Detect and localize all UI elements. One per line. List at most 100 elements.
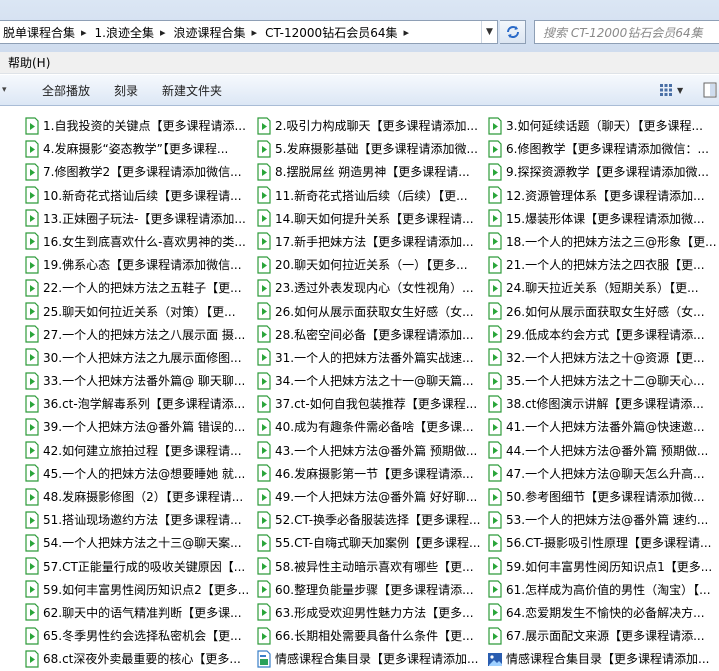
file-item[interactable]: 情感课程合集目录【更多课程请添加...: [487, 647, 719, 670]
file-item[interactable]: 45.一个人的把妹方法@想要睡她 就...: [24, 462, 256, 485]
view-dropdown-icon[interactable]: ▼: [677, 86, 683, 95]
breadcrumb-item[interactable]: 1.浪迹全集: [91, 24, 156, 41]
search-input[interactable]: 搜索 CT-12000钻石会员64集: [534, 20, 719, 44]
file-item[interactable]: 37.ct-如何自我包装推荐【更多课程...: [256, 392, 487, 415]
file-item[interactable]: 4.发麻摄影“姿态教学”【更多课程...: [24, 137, 256, 160]
file-item[interactable]: 56.CT-摄影吸引性原理【更多课程请...: [487, 531, 719, 554]
file-item[interactable]: 38.ct修图演示讲解【更多课程请添...: [487, 392, 719, 415]
address-dropdown-icon[interactable]: ▼: [481, 21, 497, 43]
file-name: 23.透过外表发现内心（女性视角）...: [275, 281, 474, 296]
file-item[interactable]: 7.修图教学2【更多课程请添加微信...: [24, 160, 256, 183]
file-item[interactable]: 60.整理负能量步骤【更多课程请添...: [256, 578, 487, 601]
file-item[interactable]: 25.聊天如何拉近关系（对策）【更...: [24, 300, 256, 323]
file-item[interactable]: 57.CT正能量行成的吸收关键原因【...: [24, 555, 256, 578]
file-item[interactable]: 66.长期相处需要具备什么条件【更...: [256, 624, 487, 647]
breadcrumb-chevron-icon[interactable]: ▸: [248, 26, 262, 39]
file-item[interactable]: 48.发麻摄影修图（2）【更多课程请...: [24, 485, 256, 508]
file-item[interactable]: 6.修图教学【更多课程请添加微信：...: [487, 137, 719, 160]
preview-pane-icon[interactable]: [703, 82, 717, 98]
file-item[interactable]: 20.聊天如何拉近关系（一）【更多...: [256, 253, 487, 276]
menu-help[interactable]: 帮助(H): [0, 54, 58, 71]
file-item[interactable]: 18.一个人的把妹方法之三@形象【更...: [487, 230, 719, 253]
breadcrumb-item[interactable]: CT-12000钻石会员64集: [261, 24, 399, 41]
file-item[interactable]: 44.一个人把妹方法@番外篇 预期做...: [487, 439, 719, 462]
file-item[interactable]: 61.怎样成为高价值的男性（淘宝）【...: [487, 578, 719, 601]
file-item[interactable]: 55.CT-自嗨式聊天加案例【更多课程...: [256, 531, 487, 554]
file-item[interactable]: 59.如何丰富男性阅历知识点1【更多...: [487, 555, 719, 578]
file-item[interactable]: 2.吸引力构成聊天【更多课程请添加...: [256, 114, 487, 137]
file-item[interactable]: 43.一个人把妹方法@番外篇 预期做...: [256, 439, 487, 462]
file-item[interactable]: 59.如何丰富男性阅历知识点2【更多...: [24, 578, 256, 601]
file-item[interactable]: 12.资源管理体系【更多课程请添加...: [487, 184, 719, 207]
change-view-button[interactable]: ▼: [659, 81, 689, 99]
file-item[interactable]: 35.一个人把妹方法之十二@聊天心...: [487, 369, 719, 392]
organize-dropdown-icon[interactable]: ▾: [0, 85, 14, 95]
file-item[interactable]: 47.一个人把妹方法@聊天怎么升高...: [487, 462, 719, 485]
file-item[interactable]: 30.一个人把妹方法之九展示面修图...: [24, 346, 256, 369]
file-item[interactable]: 26.如何从展示面获取女生好感（女...: [487, 300, 719, 323]
file-item[interactable]: 54.一个人把妹方法之十三@聊天案...: [24, 531, 256, 554]
file-name: 49.一个人把妹方法@番外篇 好好聊...: [275, 490, 478, 504]
file-item[interactable]: 46.发麻摄影第一节【更多课程请添...: [256, 462, 487, 485]
file-name: 38.ct修图演示讲解【更多课程请添...: [506, 397, 704, 412]
file-item[interactable]: 24.聊天拉近关系（短期关系）【更...: [487, 276, 719, 299]
file-item[interactable]: 36.ct-泡学解毒系列【更多课程请添...: [24, 392, 256, 415]
file-item[interactable]: 10.新奇花式搭讪后续【更多课程请...: [24, 184, 256, 207]
file-item[interactable]: 32.一个人把妹方法之十@资源【更...: [487, 346, 719, 369]
address-bar[interactable]: 脱单课程合集 ▸ 1.浪迹全集 ▸ 浪迹课程合集 ▸ CT-12000钻石会员6…: [0, 20, 498, 44]
file-item[interactable]: 50.参考图细节【更多课程请添加微...: [487, 485, 719, 508]
file-item[interactable]: 40.成为有趣条件需必备啥【更多课...: [256, 415, 487, 438]
file-item[interactable]: 49.一个人把妹方法@番外篇 好好聊...: [256, 485, 487, 508]
file-name: 54.一个人把妹方法之十三@聊天案...: [43, 536, 242, 551]
file-item[interactable]: 11.新奇花式搭讪后续（后续）【更...: [256, 184, 487, 207]
play-all-button[interactable]: 全部播放: [30, 82, 102, 99]
file-list-pane[interactable]: 1.自我投资的关键点【更多课程请添... 2.吸引力构成聊天【更多课程请添加...…: [0, 106, 719, 669]
file-item[interactable]: 9.探探资源教学【更多课程请添加微...: [487, 160, 719, 183]
file-item[interactable]: 33.一个人把妹方法番外篇@ 聊天聊...: [24, 369, 256, 392]
file-item[interactable]: 情感课程合集目录【更多课程请添加...: [256, 647, 487, 670]
file-item[interactable]: 3.如何延续话题（聊天）【更多课程...: [487, 114, 719, 137]
burn-button[interactable]: 刻录: [102, 82, 150, 99]
video-file-icon: [24, 557, 40, 575]
file-item[interactable]: 17.新手把妹方法【更多课程请添加...: [256, 230, 487, 253]
file-item[interactable]: 22.一个人的把妹方法之五鞋子【更...: [24, 276, 256, 299]
file-item[interactable]: 26.如何从展示面获取女生好感（女...: [256, 300, 487, 323]
breadcrumb-chevron-icon[interactable]: ▸: [156, 26, 170, 39]
file-item[interactable]: 28.私密空间必备【更多课程请添加...: [256, 323, 487, 346]
file-item[interactable]: 65.冬季男性约会选择私密机会【更...: [24, 624, 256, 647]
file-item[interactable]: 62.聊天中的语气精准判断【更多课...: [24, 601, 256, 624]
file-item[interactable]: 27.一个人的把妹方法之八展示面 摄...: [24, 323, 256, 346]
video-file-icon: [24, 650, 40, 668]
file-item[interactable]: 31.一个人的把妹方法番外篇实战速...: [256, 346, 487, 369]
file-item[interactable]: 16.女生到底喜欢什么-喜欢男神的类...: [24, 230, 256, 253]
file-item[interactable]: 52.CT-换季必备服装选择【更多课程...: [256, 508, 487, 531]
file-item[interactable]: 39.一个人把妹方法@番外篇 错误的...: [24, 415, 256, 438]
file-item[interactable]: 5.发麻摄影基础【更多课程请添加微...: [256, 137, 487, 160]
file-item[interactable]: 19.佛系心态【更多课程请添加微信...: [24, 253, 256, 276]
file-item[interactable]: 58.被异性主动暗示喜欢有哪些【更...: [256, 555, 487, 578]
breadcrumb-chevron-icon[interactable]: ▸: [77, 26, 91, 39]
breadcrumb-chevron-icon[interactable]: ▸: [399, 26, 413, 39]
file-item[interactable]: 15.爆装形体课【更多课程请添加微...: [487, 207, 719, 230]
file-item[interactable]: 41.一个人把妹方法番外篇@快速邀...: [487, 415, 719, 438]
file-item[interactable]: 14.聊天如何提升关系【更多课程请...: [256, 207, 487, 230]
file-item[interactable]: 64.恋爱期发生不愉快的必备解决方...: [487, 601, 719, 624]
file-item[interactable]: 34.一个人把妹方法之十一@聊天篇...: [256, 369, 487, 392]
file-item[interactable]: 67.展示面配文来源【更多课程请添...: [487, 624, 719, 647]
file-name: 26.如何从展示面获取女生好感（女...: [506, 304, 705, 319]
file-item[interactable]: 53.一个人的把妹方法@番外篇 速约...: [487, 508, 719, 531]
file-item[interactable]: 68.ct深夜外卖最重要的核心【更多...: [24, 647, 256, 670]
file-item[interactable]: 42.如何建立旅拍过程【更多课程请...: [24, 439, 256, 462]
file-item[interactable]: 13.正妹圈子玩法-【更多课程请添加...: [24, 207, 256, 230]
file-item[interactable]: 29.低成本约会方式【更多课程请添...: [487, 323, 719, 346]
breadcrumb-item[interactable]: 脱单课程合集: [0, 24, 77, 41]
breadcrumb-item[interactable]: 浪迹课程合集: [170, 24, 248, 41]
file-item[interactable]: 21.一个人的把妹方法之四衣服【更...: [487, 253, 719, 276]
file-item[interactable]: 51.搭讪现场邀约方法【更多课程请...: [24, 508, 256, 531]
refresh-button[interactable]: [500, 20, 526, 44]
file-item[interactable]: 23.透过外表发现内心（女性视角）...: [256, 276, 487, 299]
file-item[interactable]: 8.摆脱屌丝 朔造男神【更多课程请...: [256, 160, 487, 183]
new-folder-button[interactable]: 新建文件夹: [150, 82, 234, 99]
file-item[interactable]: 63.形成受欢迎男性魅力方法【更多...: [256, 601, 487, 624]
file-item[interactable]: 1.自我投资的关键点【更多课程请添...: [24, 114, 256, 137]
